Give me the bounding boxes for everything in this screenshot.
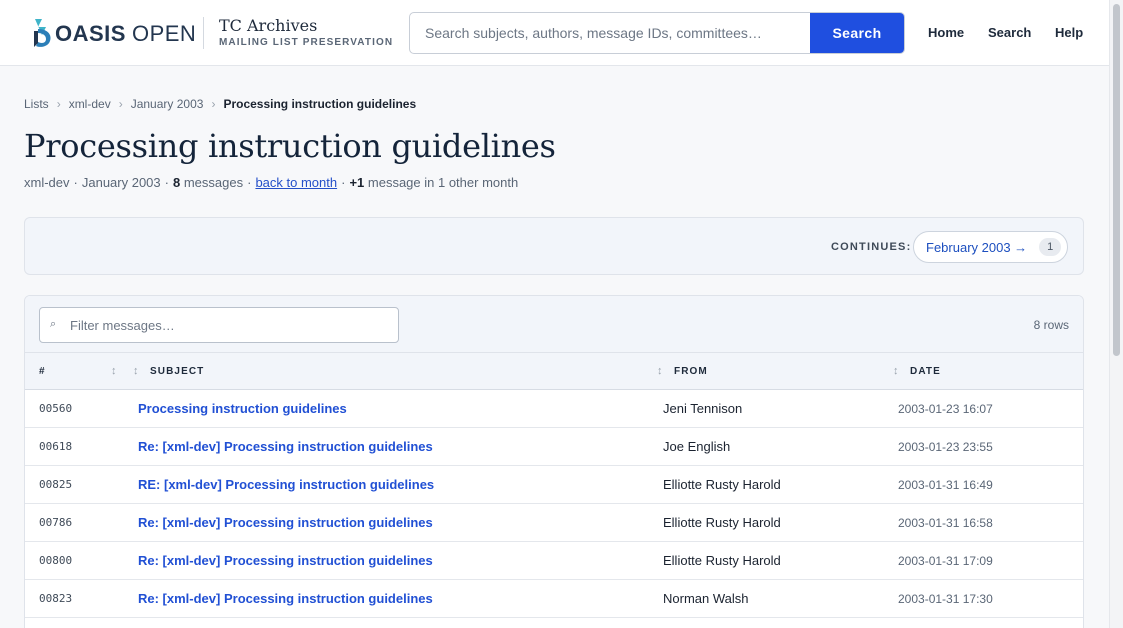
message-date: 2003-01-31 16:49 (898, 478, 993, 492)
sort-icon[interactable]: ↕ (893, 365, 899, 377)
message-subject-link[interactable]: Re: [xml-dev] Processing instruction gui… (138, 439, 433, 454)
continues-label: CONTINUES: (831, 241, 912, 253)
meta-month: January 2003 (81, 175, 161, 190)
breadcrumb: Lists › xml-dev › January 2003 › Process… (24, 97, 416, 111)
table-body: 00560 Processing instruction guidelines … (25, 390, 1083, 618)
chevron-right-icon: › (56, 97, 61, 111)
message-author: Norman Walsh (663, 591, 749, 606)
breadcrumb-lists[interactable]: Lists (24, 97, 49, 111)
meta-separator: · (164, 175, 169, 190)
continues-month-label: February 2003 → (926, 239, 1028, 255)
meta-separator: · (341, 175, 346, 190)
message-author: Elliotte Rusty Harold (663, 477, 781, 492)
nav-search-link[interactable]: Search (988, 25, 1031, 40)
sort-icon[interactable]: ↕ (133, 365, 139, 377)
message-number: 00560 (39, 402, 73, 415)
chevron-right-icon: › (211, 97, 216, 111)
breadcrumb-month[interactable]: January 2003 (131, 97, 204, 111)
site-search-input[interactable] (410, 13, 811, 53)
breadcrumb-list[interactable]: xml-dev (69, 97, 111, 111)
sort-icon[interactable]: ↕ (111, 365, 117, 377)
site-header: OASIS OPEN TC Archives MAILING LIST PRESE… (0, 0, 1109, 66)
message-subject-link[interactable]: RE: [xml-dev] Processing instruction gui… (138, 477, 434, 492)
message-date: 2003-01-31 17:09 (898, 554, 993, 568)
table-row[interactable]: 00560 Processing instruction guidelines … (25, 390, 1083, 428)
message-author: Elliotte Rusty Harold (663, 553, 781, 568)
message-date: 2003-01-31 16:58 (898, 516, 993, 530)
message-subject-link[interactable]: Re: [xml-dev] Processing instruction gui… (138, 515, 433, 530)
message-subject-link[interactable]: Processing instruction guidelines (138, 401, 347, 416)
logo-word-bold: OASIS (55, 20, 126, 46)
page-title: Processing instruction guidelines (24, 127, 556, 165)
logo-word-light: OPEN (131, 20, 197, 46)
table-row[interactable]: 00823 Re: [xml-dev] Processing instructi… (25, 580, 1083, 618)
message-author: Joe English (663, 439, 731, 454)
message-date: 2003-01-23 23:55 (898, 440, 993, 454)
message-number: 00825 (39, 478, 73, 491)
message-number: 00618 (39, 440, 73, 453)
meta-separator: · (247, 175, 252, 190)
brand-block: TC Archives MAILING LIST PRESERVATION (219, 16, 393, 48)
brand-divider (203, 17, 204, 49)
message-date: 2003-01-31 17:30 (898, 592, 993, 606)
meta-messages-word: messages (183, 175, 244, 190)
table-header: # ↕ ↕ SUBJECT ↕ FROM ↕ DATE (25, 353, 1083, 390)
message-author: Elliotte Rusty Harold (663, 515, 781, 530)
column-header-subject[interactable]: SUBJECT (150, 366, 204, 377)
column-header-number[interactable]: # (39, 366, 46, 377)
message-subject-link[interactable]: Re: [xml-dev] Processing instruction gui… (138, 591, 433, 606)
messages-panel: ⌕ 8 rows # ↕ ↕ SUBJECT ↕ FROM ↕ DATE 005… (24, 295, 1084, 628)
thread-meta: xml-dev · January 2003 · 8 messages · ba… (24, 175, 518, 190)
message-subject-link[interactable]: Re: [xml-dev] Processing instruction gui… (138, 553, 433, 568)
row-count: 8 rows (1033, 318, 1069, 332)
oasis-logo-text: OASIS OPEN (55, 21, 196, 47)
oasis-logo-mark-icon (32, 17, 54, 50)
search-icon: ⌕ (50, 318, 57, 330)
brand-subtitle: MAILING LIST PRESERVATION (219, 37, 394, 48)
table-row[interactable]: 00786 Re: [xml-dev] Processing instructi… (25, 504, 1083, 542)
search-button[interactable]: Search (810, 13, 904, 53)
table-toolbar: ⌕ 8 rows (25, 296, 1083, 353)
continues-month-link[interactable]: February 2003 → 1 (913, 231, 1068, 263)
back-to-month-link[interactable]: back to month (255, 175, 337, 190)
continues-count-badge: 1 (1039, 238, 1062, 256)
brand-title: TC Archives (219, 16, 318, 35)
table-row[interactable]: 00825 RE: [xml-dev] Processing instructi… (25, 466, 1083, 504)
site-search: Search (409, 12, 905, 54)
nav-home-link[interactable]: Home (928, 25, 964, 40)
filter-box: ⌕ (39, 307, 399, 343)
meta-message-count: 8 (172, 175, 181, 190)
message-number: 00823 (39, 592, 73, 605)
filter-messages-input[interactable] (70, 308, 390, 342)
meta-extra-count: +1 (349, 175, 365, 190)
chevron-right-icon: › (118, 97, 123, 111)
message-number: 00786 (39, 516, 73, 529)
column-header-date[interactable]: DATE (910, 366, 941, 377)
column-header-from[interactable]: FROM (674, 366, 708, 377)
sort-icon[interactable]: ↕ (657, 365, 663, 377)
continues-panel: CONTINUES: February 2003 → 1 (24, 217, 1084, 275)
table-row[interactable]: 00800 Re: [xml-dev] Processing instructi… (25, 542, 1083, 580)
breadcrumb-current: Processing instruction guidelines (223, 97, 417, 111)
message-number: 00800 (39, 554, 73, 567)
oasis-logo[interactable]: OASIS OPEN (32, 17, 196, 50)
table-row[interactable]: 00618 Re: [xml-dev] Processing instructi… (25, 428, 1083, 466)
meta-list: xml-dev (24, 175, 70, 190)
meta-extra-text: message in 1 other month (367, 175, 519, 190)
message-author: Jeni Tennison (663, 401, 743, 416)
message-date: 2003-01-23 16:07 (898, 402, 993, 416)
page-scrollbar[interactable] (1109, 0, 1123, 628)
scrollbar-thumb[interactable] (1113, 4, 1120, 356)
nav-help-link[interactable]: Help (1055, 25, 1083, 40)
meta-separator: · (73, 175, 78, 190)
